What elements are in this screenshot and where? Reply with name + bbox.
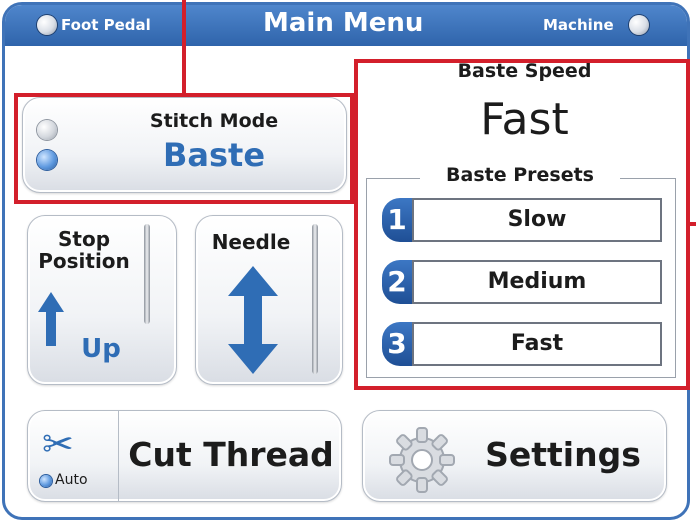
- auto-indicator-icon: [40, 475, 52, 487]
- auto-cut-section: ✂ Auto: [28, 411, 119, 501]
- cut-thread-label: Cut Thread: [128, 435, 334, 474]
- callout-line-baste-panel: [690, 222, 696, 226]
- stop-position-label-line1: Stop: [57, 227, 111, 251]
- callout-line-stitch-mode: [182, 0, 186, 94]
- arrow-up-icon: [38, 292, 64, 346]
- up-down-arrow-icon: [228, 266, 278, 374]
- needle-up-icon: [144, 224, 150, 324]
- stop-position-button[interactable]: Stop Position Up: [27, 215, 177, 385]
- needle-label: Needle: [211, 230, 291, 254]
- baste-panel-highlight: [354, 59, 690, 390]
- stop-position-label: Stop Position: [34, 228, 134, 272]
- settings-label: Settings: [485, 435, 641, 474]
- page-title: Main Menu: [263, 8, 424, 38]
- foot-pedal-label: Foot Pedal: [61, 16, 151, 34]
- needle-down-icon: [312, 224, 318, 374]
- machine-indicator-icon: [629, 15, 649, 35]
- cut-thread-button[interactable]: ✂ Auto Cut Thread: [27, 410, 342, 502]
- stitch-mode-highlight: [14, 93, 354, 204]
- stop-position-label-line2: Position: [38, 249, 130, 273]
- scissors-icon: ✂: [42, 422, 74, 466]
- auto-label: Auto: [55, 472, 88, 488]
- foot-pedal-indicator-icon: [37, 15, 57, 35]
- machine-label: Machine: [543, 16, 614, 34]
- needle-button[interactable]: Needle: [195, 215, 343, 385]
- stop-position-value: Up: [81, 334, 121, 364]
- settings-button[interactable]: Settings: [362, 410, 667, 502]
- gear-icon: [389, 427, 455, 493]
- title-bar: Foot Pedal Main Menu Machine: [5, 5, 687, 46]
